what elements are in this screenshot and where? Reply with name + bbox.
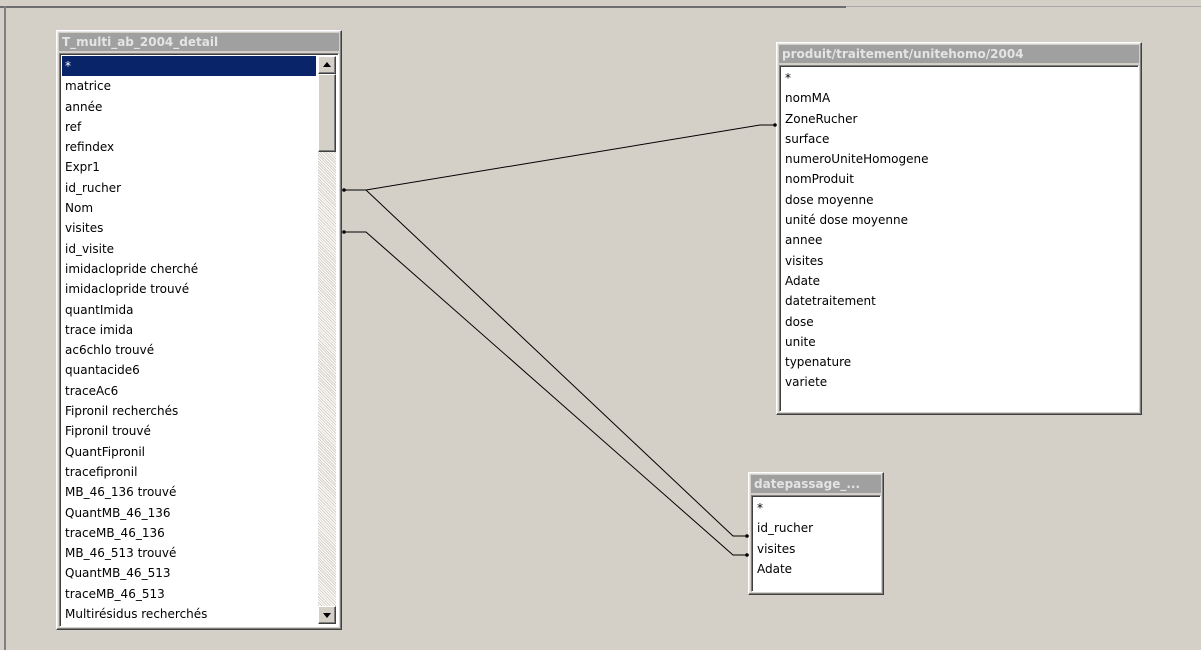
field-item-multiresidus-recherches[interactable]: Multirésidus recherchés xyxy=(62,604,316,624)
field-item-fipronil-recherches[interactable]: Fipronil recherchés xyxy=(62,401,316,421)
field-item-ref[interactable]: ref xyxy=(62,117,316,137)
table-title-bar[interactable]: T_multi_ab_2004_detail xyxy=(59,33,339,51)
field-item-annee[interactable]: année xyxy=(62,97,316,117)
field-item-visites[interactable]: visites xyxy=(62,218,316,238)
field-item-mb-46-136-trouve[interactable]: MB_46_136 trouvé xyxy=(62,482,316,502)
field-item-traceac6[interactable]: traceAc6 xyxy=(62,381,316,401)
field-item-nom[interactable]: Nom xyxy=(62,198,316,218)
table-title-bar[interactable]: produit/traitement/unitehomo/2004 xyxy=(779,45,1139,63)
vertical-scrollbar[interactable] xyxy=(318,56,336,624)
field-item-refindex[interactable]: refindex xyxy=(62,137,316,157)
field-list-items: * matrice année ref refindex Expr1 id_ru… xyxy=(62,56,316,624)
field-item-adate[interactable]: Adate xyxy=(754,559,878,579)
scroll-down-button[interactable] xyxy=(318,606,336,624)
field-item-imidaclopride-cherche[interactable]: imidaclopride cherché xyxy=(62,259,316,279)
field-item-trace-imida[interactable]: trace imida xyxy=(62,320,316,340)
window-top-border-light xyxy=(846,6,1201,7)
workspace-left-border xyxy=(4,6,6,650)
field-list[interactable]: * matrice année ref refindex Expr1 id_ru… xyxy=(59,53,339,627)
scroll-thumb[interactable] xyxy=(318,74,336,152)
field-list[interactable]: * id_rucher visites Adate xyxy=(751,495,881,592)
field-item-unite[interactable]: unite xyxy=(782,332,1136,352)
field-item-matrice[interactable]: matrice xyxy=(62,76,316,96)
field-item-all[interactable]: * xyxy=(62,56,316,77)
field-item-imidaclopride-trouve[interactable]: imidaclopride trouvé xyxy=(62,279,316,299)
field-list-items: * nomMA ZoneRucher surface numeroUniteHo… xyxy=(782,68,1136,393)
table-datepassage[interactable]: datepassage_... * id_rucher visites Adat… xyxy=(748,472,884,595)
field-item-adate[interactable]: Adate xyxy=(782,271,1136,291)
field-item-quantmb-46-513[interactable]: QuantMB_46_513 xyxy=(62,563,316,583)
scroll-up-button[interactable] xyxy=(318,56,336,74)
field-item-datetraitement[interactable]: datetraitement xyxy=(782,291,1136,311)
field-item-annee[interactable]: annee xyxy=(782,230,1136,250)
field-item-dose[interactable]: dose xyxy=(782,312,1136,332)
field-item-typenature[interactable]: typenature xyxy=(782,352,1136,372)
field-item-all[interactable]: * xyxy=(782,68,1136,88)
field-item-visites[interactable]: visites xyxy=(782,251,1136,271)
table-title-bar[interactable]: datepassage_... xyxy=(751,475,881,493)
field-list-items: * id_rucher visites Adate xyxy=(754,498,878,579)
field-item-quantmb-46-136[interactable]: QuantMB_46_136 xyxy=(62,503,316,523)
field-item-expr1[interactable]: Expr1 xyxy=(62,157,316,177)
join-line-id-rucher-datepassage[interactable] xyxy=(343,189,748,537)
field-item-mb-46-513-trouve[interactable]: MB_46_513 trouvé xyxy=(62,543,316,563)
field-item-visites[interactable]: visites xyxy=(754,539,878,559)
table-t-multi-ab-2004-detail[interactable]: T_multi_ab_2004_detail * matrice année r… xyxy=(56,30,342,630)
field-item-tracefipronil[interactable]: tracefipronil xyxy=(62,462,316,482)
field-item-ac6chlo-trouve[interactable]: ac6chlo trouvé xyxy=(62,340,316,360)
join-endpoint-dot xyxy=(342,188,346,192)
field-item-quantacide6[interactable]: quantacide6 xyxy=(62,360,316,380)
field-item-id-rucher[interactable]: id_rucher xyxy=(62,178,316,198)
field-item-fipronil-trouve[interactable]: Fipronil trouvé xyxy=(62,421,316,441)
field-item-quantimida[interactable]: quantImida xyxy=(62,300,316,320)
join-line-visites-datepassage[interactable] xyxy=(343,231,748,556)
window-top-border xyxy=(0,6,846,8)
field-item-unite-dose-moyenne[interactable]: unité dose moyenne xyxy=(782,210,1136,230)
up-arrow-icon xyxy=(323,62,331,67)
field-item-variete[interactable]: variete xyxy=(782,372,1136,392)
table-produit-traitement[interactable]: produit/traitement/unitehomo/2004 * nomM… xyxy=(776,42,1142,415)
field-item-nomproduit[interactable]: nomProduit xyxy=(782,169,1136,189)
field-list[interactable]: * nomMA ZoneRucher surface numeroUniteHo… xyxy=(779,65,1139,412)
field-item-nomma[interactable]: nomMA xyxy=(782,88,1136,108)
field-item-surface[interactable]: surface xyxy=(782,129,1136,149)
field-item-id-visite[interactable]: id_visite xyxy=(62,239,316,259)
down-arrow-icon xyxy=(323,613,331,618)
field-item-numerouniteho[interactable]: numeroUniteHomogene xyxy=(782,149,1136,169)
field-item-id-rucher[interactable]: id_rucher xyxy=(754,518,878,538)
join-endpoint-dot xyxy=(342,230,346,234)
join-line-id-rucher-zonerucher[interactable] xyxy=(343,124,776,191)
field-item-tracemb-46-136[interactable]: traceMB_46_136 xyxy=(62,523,316,543)
field-item-zonerucher[interactable]: ZoneRucher xyxy=(782,109,1136,129)
field-item-dose-moyenne[interactable]: dose moyenne xyxy=(782,190,1136,210)
field-item-tracemb-46-513[interactable]: traceMB_46_513 xyxy=(62,584,316,604)
field-item-quantfipronil[interactable]: QuantFipronil xyxy=(62,442,316,462)
field-item-all[interactable]: * xyxy=(754,498,878,518)
